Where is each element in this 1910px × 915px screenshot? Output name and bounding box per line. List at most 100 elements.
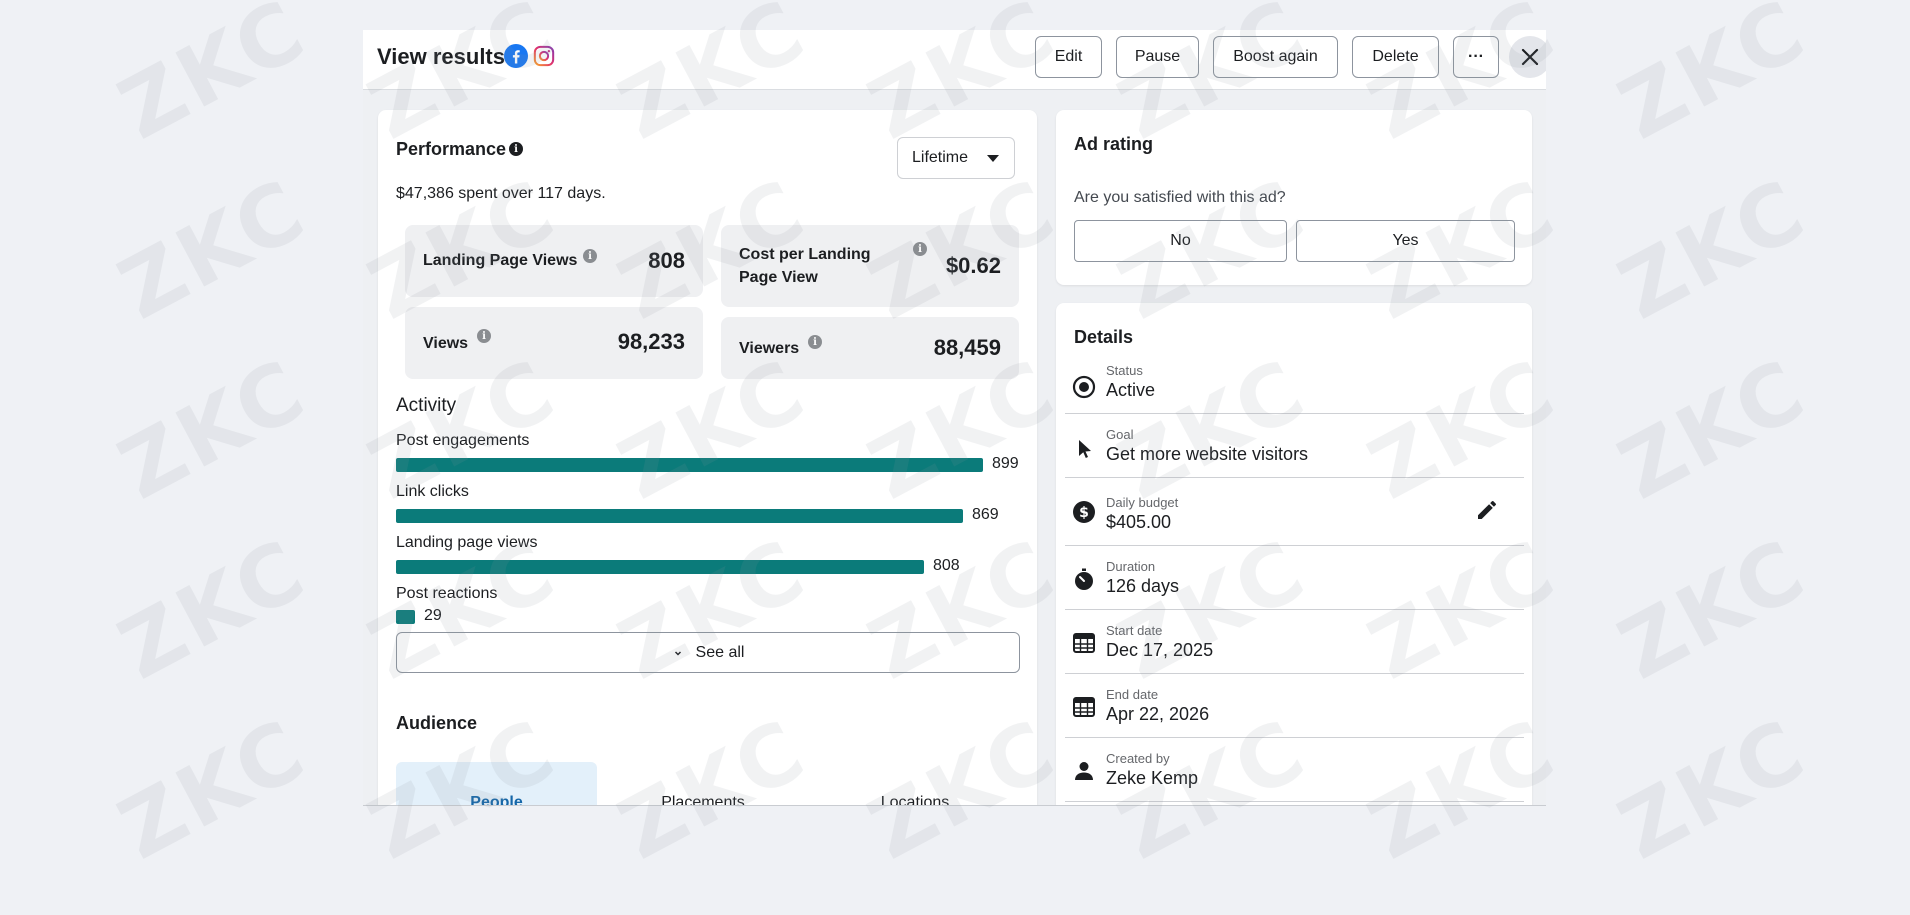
detail-value: Dec 17, 2025 xyxy=(1106,640,1214,660)
activity-title: Activity xyxy=(396,395,457,416)
detail-value: 126 days xyxy=(1106,576,1180,596)
activity-value: 899 xyxy=(992,455,1019,472)
metric-landing-page-views: Landing Page Views i 808 xyxy=(405,225,703,297)
watermark-text: ZKC xyxy=(1603,339,1823,519)
metric-value: 88,459 xyxy=(933,335,1001,360)
activity-bar xyxy=(396,458,983,472)
detail-label: Duration xyxy=(1106,559,1156,574)
delete-button[interactable]: Delete xyxy=(1352,36,1439,78)
activity-bar xyxy=(396,610,415,624)
dollar-icon: $ xyxy=(1073,501,1095,523)
rating-question: Are you satisfied with this ad? xyxy=(1074,189,1286,206)
rating-yes-button[interactable]: Yes xyxy=(1296,220,1515,262)
close-icon xyxy=(1521,48,1539,66)
activity-label: Landing page views xyxy=(396,534,538,551)
edit-pencil-icon[interactable] xyxy=(1475,498,1499,522)
performance-card: Performance i Lifetime $47,386 spent ove… xyxy=(378,110,1037,805)
activity-label: Link clicks xyxy=(396,483,469,500)
activity-value: 869 xyxy=(972,506,999,523)
cursor-icon xyxy=(1079,440,1091,458)
more-options-button[interactable]: ··· xyxy=(1453,36,1499,78)
detail-label: Start date xyxy=(1106,623,1163,638)
watermark-text: ZKC xyxy=(103,699,323,879)
instagram-icon xyxy=(533,45,555,67)
watermark-text: ZKC xyxy=(103,339,323,519)
watermark-text: ZKC xyxy=(103,159,323,339)
dialog-header: View results Edit Pause Boost again Dele… xyxy=(363,30,1546,90)
chevron-down-icon xyxy=(674,650,681,656)
ad-rating-title: Ad rating xyxy=(1074,134,1153,154)
period-selected-value: Lifetime xyxy=(912,149,969,166)
watermark-text: ZKC xyxy=(1603,699,1823,879)
detail-row-created-by: Created by Zeke Kemp xyxy=(1065,738,1524,802)
activity-bar xyxy=(396,509,963,523)
detail-row-daily-budget: $ Daily budget $405.00 xyxy=(1065,478,1524,546)
activity-label: Post engagements xyxy=(396,432,530,449)
detail-row-start-date: Start date Dec 17, 2025 xyxy=(1065,610,1524,674)
dialog-title: View results xyxy=(377,44,505,69)
metric-value: 98,233 xyxy=(617,329,685,354)
calendar-icon xyxy=(1073,633,1095,653)
pause-button[interactable]: Pause xyxy=(1116,36,1199,78)
activity-value: 29 xyxy=(424,607,442,624)
info-icon[interactable]: i xyxy=(477,329,491,343)
metric-label: Cost per Landing Page View xyxy=(739,246,871,286)
metric-label: Landing Page Views xyxy=(423,252,578,269)
see-all-button[interactable]: See all xyxy=(396,632,1020,673)
see-all-label: See all xyxy=(695,643,745,661)
detail-label: Status xyxy=(1106,363,1143,378)
activity-bar xyxy=(396,560,924,574)
detail-row-status: Status Active xyxy=(1065,358,1524,414)
view-results-dialog: View results Edit Pause Boost again Dele… xyxy=(363,30,1546,806)
calendar-icon xyxy=(1073,697,1095,717)
metric-value: 808 xyxy=(648,248,685,273)
activity-label: Post reactions xyxy=(396,585,498,602)
spend-summary: $47,386 spent over 117 days. xyxy=(396,185,606,202)
metric-label: Views xyxy=(423,335,469,352)
detail-value: Zeke Kemp xyxy=(1106,768,1199,788)
details-card: Details Status Active Goal Get more webs… xyxy=(1056,303,1532,805)
detail-label: Created by xyxy=(1106,751,1170,766)
performance-info-icon[interactable]: i xyxy=(509,142,523,156)
status-radio-icon xyxy=(1072,375,1096,399)
detail-row-goal: Goal Get more website visitors xyxy=(1065,414,1524,478)
period-dropdown[interactable]: Lifetime xyxy=(897,137,1015,179)
detail-row-end-date: End date Apr 22, 2026 xyxy=(1065,674,1524,738)
tab-locations[interactable]: Locations xyxy=(815,762,1015,805)
metric-views: Views i 98,233 xyxy=(405,307,703,379)
metric-cost-per-landing-page-view: Cost per Landing Page View i $0.62 xyxy=(721,225,1019,307)
watermark-text: ZKC xyxy=(1603,519,1823,699)
watermark-text: ZKC xyxy=(1603,159,1823,339)
metric-value: $0.62 xyxy=(945,253,1001,278)
info-icon[interactable]: i xyxy=(808,335,822,349)
stopwatch-icon xyxy=(1075,568,1093,590)
caret-down-icon xyxy=(987,155,999,162)
detail-value: $405.00 xyxy=(1106,512,1172,532)
watermark-text: ZKC xyxy=(103,0,323,159)
tab-people[interactable]: People xyxy=(396,762,597,805)
performance-title: Performance xyxy=(396,139,507,159)
details-title: Details xyxy=(1074,327,1134,347)
watermark-text: ZKC xyxy=(1603,0,1823,159)
info-icon[interactable]: i xyxy=(913,242,927,256)
detail-label: End date xyxy=(1106,687,1159,702)
info-icon[interactable]: i xyxy=(583,249,597,263)
detail-value: Active xyxy=(1106,380,1156,400)
detail-value: Get more website visitors xyxy=(1106,444,1309,464)
detail-label: Daily budget xyxy=(1106,495,1179,510)
detail-label: Goal xyxy=(1106,427,1134,442)
watermark-text: ZKC xyxy=(103,519,323,699)
edit-button[interactable]: Edit xyxy=(1035,36,1102,78)
tab-placements[interactable]: Placements xyxy=(603,762,803,805)
activity-value: 808 xyxy=(933,557,960,574)
detail-value: Apr 22, 2026 xyxy=(1106,704,1210,724)
boost-again-button[interactable]: Boost again xyxy=(1213,36,1338,78)
close-button[interactable] xyxy=(1509,36,1546,78)
facebook-icon xyxy=(504,44,528,68)
person-icon xyxy=(1075,762,1093,780)
audience-title: Audience xyxy=(396,713,478,733)
metric-viewers: Viewers i 88,459 xyxy=(721,317,1019,379)
detail-row-duration: Duration 126 days xyxy=(1065,546,1524,610)
ad-rating-card: Ad rating Are you satisfied with this ad… xyxy=(1056,110,1532,285)
rating-no-button[interactable]: No xyxy=(1074,220,1287,262)
